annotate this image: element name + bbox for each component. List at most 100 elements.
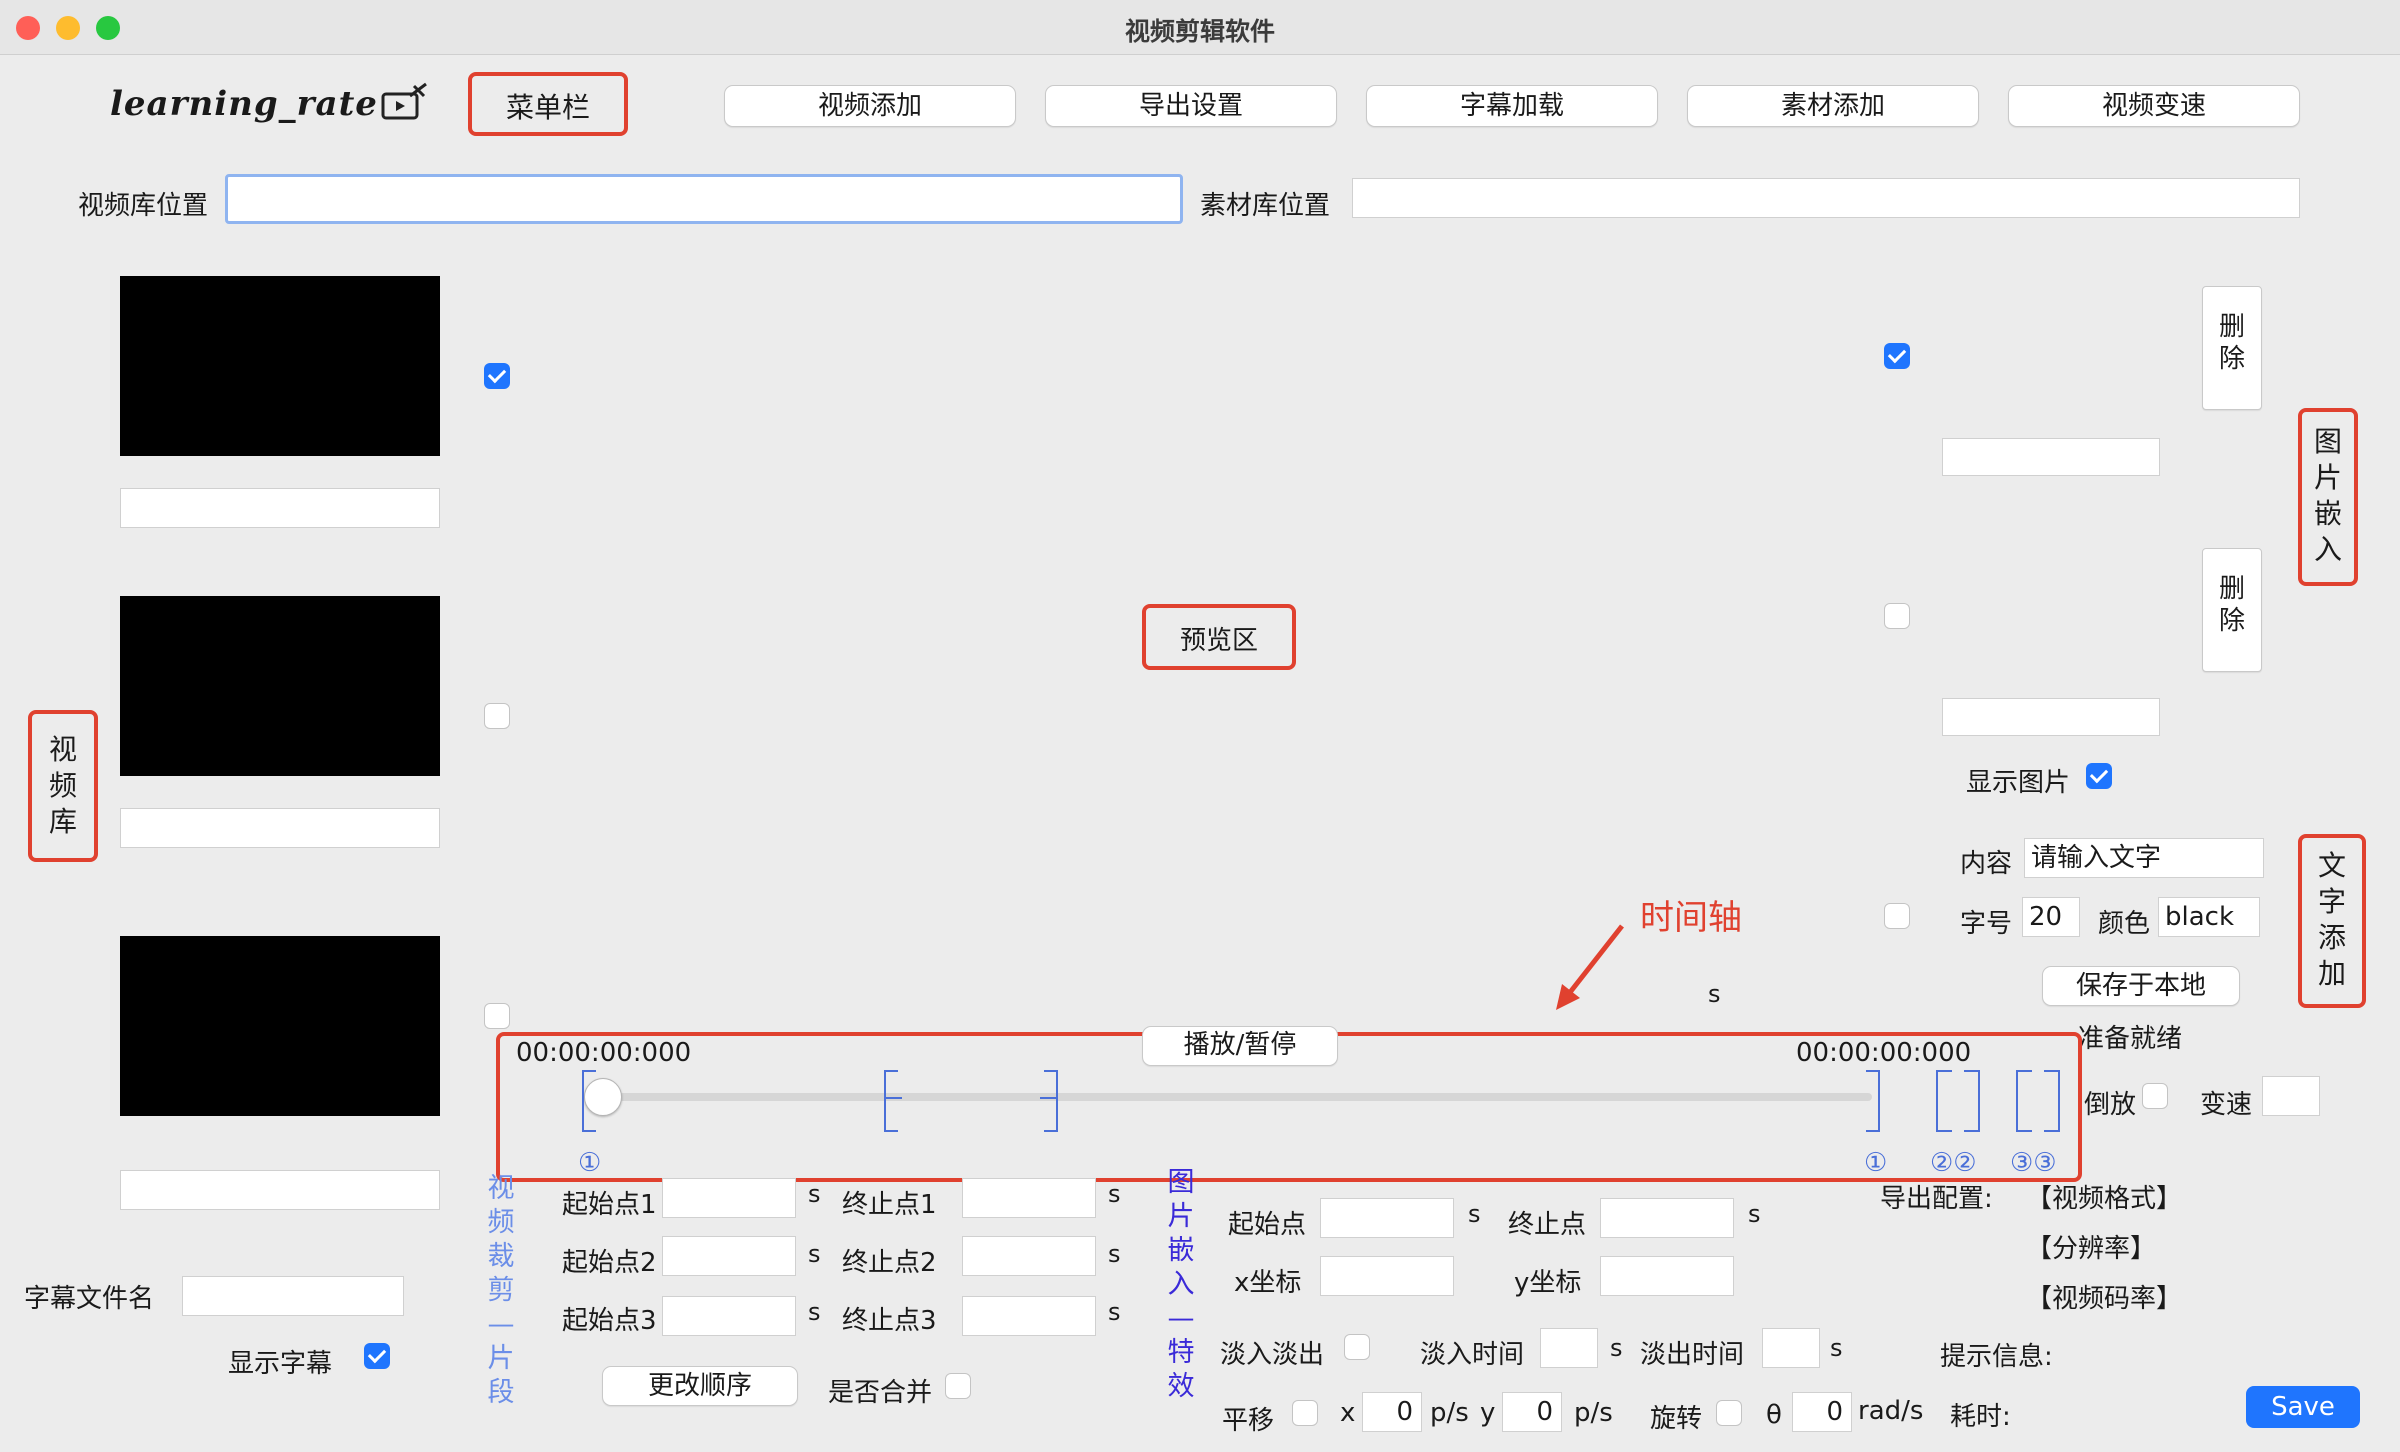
app-window: 视频剪辑软件 learning_rate 菜单栏 视频添加 导出设置 字幕加载 … [0,0,2400,1452]
image-select-checkbox[interactable] [1884,603,1910,629]
image-path-field[interactable] [1942,698,2160,736]
video-select-checkbox[interactable] [484,363,510,389]
start1-unit: s [808,1180,821,1208]
text-content-input[interactable]: 请输入文字 [2024,838,2264,878]
text-content-label: 内容 [1960,849,2013,879]
rotate-checkbox[interactable] [1716,1400,1742,1426]
video-name-field[interactable] [120,808,440,848]
image-end-bracket-3[interactable] [2044,1070,2060,1132]
speed-input[interactable] [2262,1076,2320,1116]
play-pause-button[interactable]: 播放/暂停 [1142,1026,1338,1066]
rotate-unit: rad/s [1858,1396,1924,1426]
show-image-label: 显示图片 [1966,768,2071,798]
fade-out-input[interactable] [1762,1328,1820,1368]
color-label: 颜色 [2098,909,2151,939]
add-video-button[interactable]: 视频添加 [724,85,1016,127]
save-button[interactable]: Save [2246,1386,2360,1428]
y-coord-input[interactable] [1600,1256,1734,1296]
start2-label: 起始点2 [562,1248,657,1278]
end1-label: 终止点1 [842,1190,937,1220]
video-thumbnail[interactable] [120,276,440,456]
translate-x-input[interactable]: 0 [1362,1392,1422,1432]
font-size-input[interactable]: 20 [2022,897,2080,937]
reverse-checkbox[interactable] [2142,1083,2168,1109]
resolution-label: 【分辨率】 [2026,1234,2157,1264]
export-settings-button[interactable]: 导出设置 [1045,85,1337,127]
load-subtitle-button[interactable]: 字幕加载 [1366,85,1658,127]
translate-y-unit: p/s [1574,1398,1613,1428]
menu-bar-label: 菜单栏 [505,91,590,124]
video-edit-icon [380,82,430,124]
merge-label: 是否合并 [828,1378,933,1408]
text-enable-checkbox[interactable] [1884,903,1910,929]
clip-start-bracket-1[interactable] [582,1070,596,1132]
start3-input[interactable] [662,1296,796,1336]
delete-image-button[interactable]: 删除 [2202,548,2262,672]
add-material-button[interactable]: 素材添加 [1687,85,1979,127]
fade-out-unit: s [1830,1334,1843,1362]
image-path-field[interactable] [1942,438,2160,476]
x-coord-input[interactable] [1320,1256,1454,1296]
marker-3: ③③ [2010,1148,2057,1178]
fade-in-input[interactable] [1540,1328,1598,1368]
video-thumbnail[interactable] [120,596,440,776]
timeline-track[interactable] [596,1093,1872,1101]
clip-end-bracket-2[interactable] [1044,1070,1058,1132]
image-select-checkbox[interactable] [1884,343,1910,369]
y-coord-label: y坐标 [1514,1268,1582,1298]
delete-image-button-label: 删除 [2218,312,2245,374]
end1-input[interactable] [962,1178,1096,1218]
x-coord-label: x坐标 [1234,1268,1302,1298]
window-title: 视频剪辑软件 [1124,17,1275,46]
end3-label: 终止点3 [842,1306,937,1336]
subtitle-file-label: 字幕文件名 [24,1284,155,1314]
bracket-tick [886,1097,902,1099]
color-input[interactable]: black [2158,897,2260,937]
show-image-checkbox[interactable] [2086,763,2112,789]
translate-checkbox[interactable] [1292,1400,1318,1426]
video-library-path-input[interactable] [225,174,1183,224]
elapsed-label: 耗时: [1950,1402,2011,1432]
end2-unit: s [1108,1240,1121,1268]
marker-2: ②② [1930,1148,1977,1178]
end3-input[interactable] [962,1296,1096,1336]
delete-image-button[interactable]: 删除 [2202,286,2262,410]
translate-label: 平移 [1222,1406,1275,1436]
fade-checkbox[interactable] [1344,1334,1370,1360]
effect-end-input[interactable] [1600,1198,1734,1238]
image-embed-annotation-text: 图片嵌入 [2313,425,2342,566]
reorder-button[interactable]: 更改顺序 [602,1366,798,1406]
theta-input[interactable]: 0 [1792,1392,1852,1432]
end1-unit: s [1108,1180,1121,1208]
clip-start-bracket-2[interactable] [884,1070,898,1132]
merge-checkbox[interactable] [945,1373,971,1399]
video-speed-button[interactable]: 视频变速 [2008,85,2300,127]
show-subtitle-checkbox[interactable] [364,1343,390,1369]
subtitle-file-input[interactable] [182,1276,404,1316]
s-unit-label: s [1708,980,1721,1008]
video-select-checkbox[interactable] [484,1003,510,1029]
hint-label: 提示信息: [1940,1342,2053,1372]
material-library-path-label: 素材库位置 [1200,191,1331,221]
video-name-field[interactable] [120,488,440,528]
save-local-button[interactable]: 保存于本地 [2042,966,2240,1006]
end2-input[interactable] [962,1236,1096,1276]
translate-y-input[interactable]: 0 [1502,1392,1562,1432]
effect-start-input[interactable] [1320,1198,1454,1238]
preview-area-label: 预览区 [1179,626,1258,656]
start1-input[interactable] [662,1178,796,1218]
title-bar: 视频剪辑软件 [0,0,2400,55]
video-select-checkbox[interactable] [484,703,510,729]
start2-input[interactable] [662,1236,796,1276]
clip-end-bracket-1[interactable] [1866,1070,1880,1132]
start1-label: 起始点1 [562,1190,657,1220]
translate-x-unit: p/s [1430,1398,1469,1428]
image-start-bracket-3[interactable] [2016,1070,2032,1132]
speed-label: 变速 [2200,1090,2253,1120]
image-start-bracket-2[interactable] [1936,1070,1952,1132]
material-library-path-input[interactable] [1352,178,2300,218]
video-thumbnail[interactable] [120,936,440,1116]
effect-start-label: 起始点 [1228,1210,1307,1240]
image-end-bracket-2[interactable] [1964,1070,1980,1132]
video-name-field[interactable] [120,1170,440,1210]
